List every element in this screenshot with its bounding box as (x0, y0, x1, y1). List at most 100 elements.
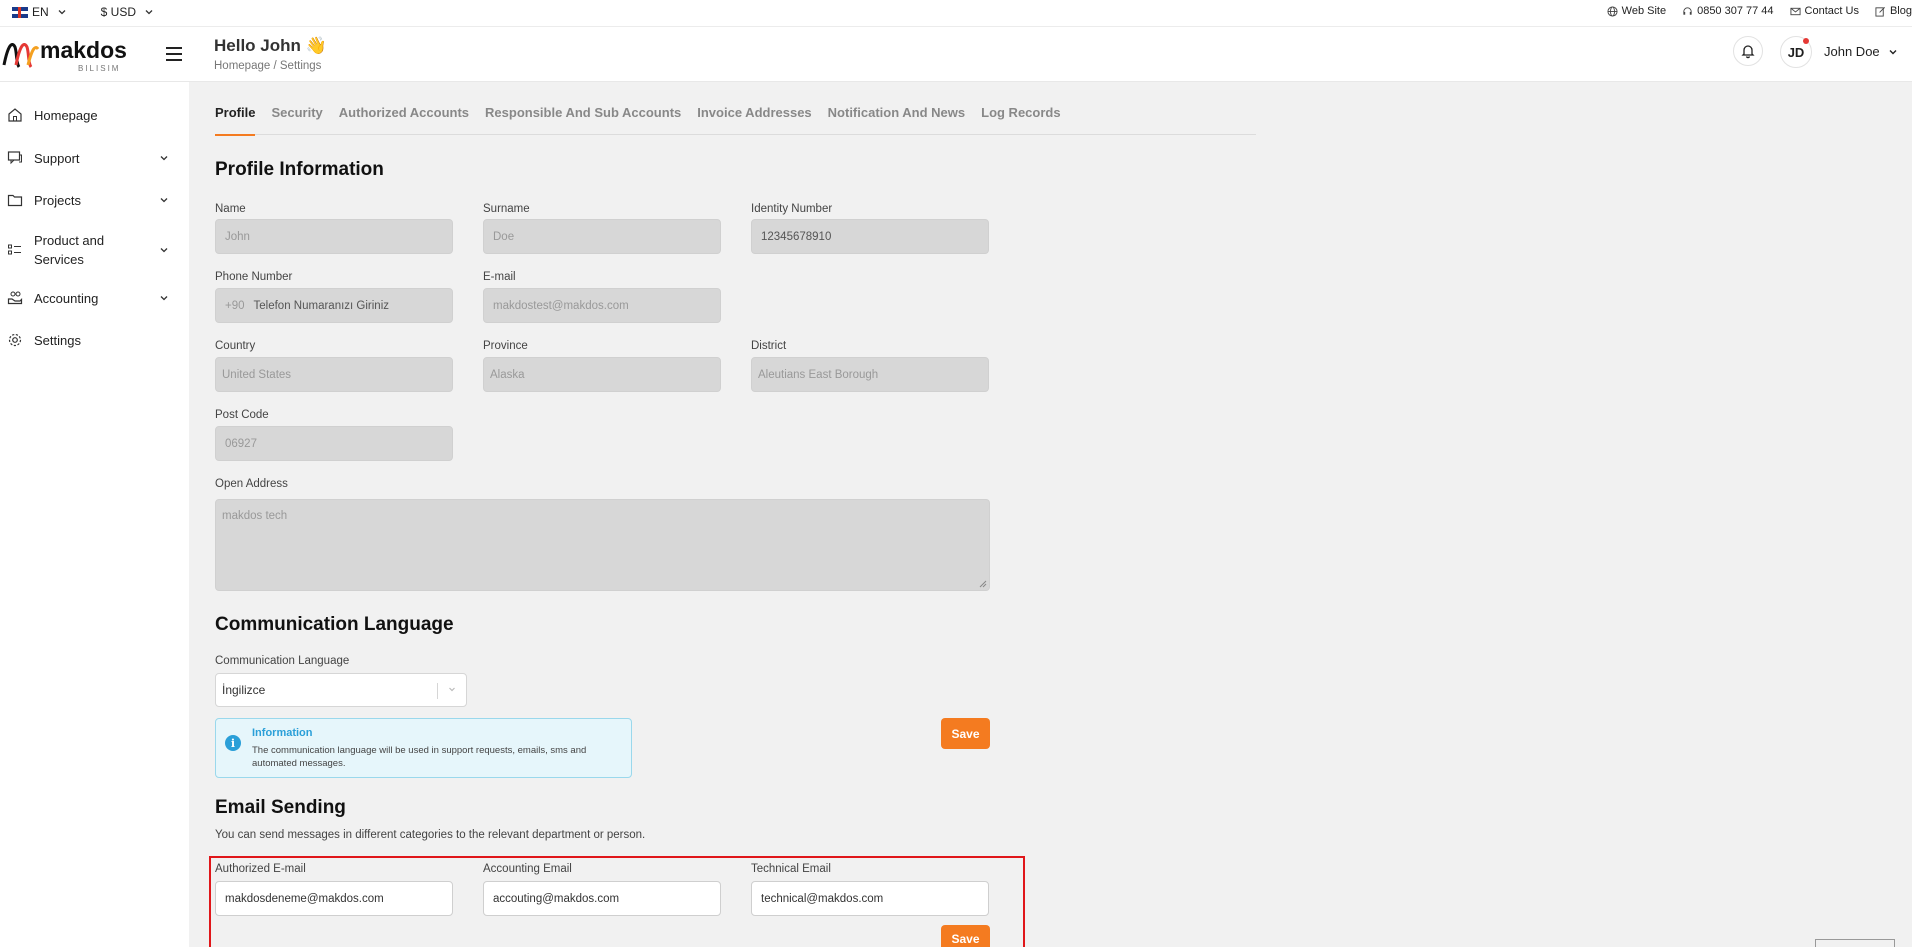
menu-toggle-icon[interactable] (166, 47, 182, 61)
open-address-textarea[interactable]: makdos tech (215, 499, 990, 591)
list-icon (8, 244, 21, 255)
makdos-logo-mark: makdos BILISIM (2, 37, 127, 73)
home-icon (8, 108, 22, 122)
top-bar-links: Web Site 0850 307 77 44 Contact Us Blog (1607, 5, 1912, 17)
edit-icon (1875, 6, 1885, 17)
select-divider (437, 683, 438, 699)
chevron-down-icon (449, 687, 455, 692)
tab-invoice-addresses[interactable]: Invoice Addresses (697, 105, 811, 135)
header: makdos BILISIM Hello John 👋 Homepage / S… (0, 27, 1912, 82)
email-sending-description: You can send messages in different categ… (215, 829, 646, 841)
communication-language-value: İngilizce (222, 683, 266, 697)
breadcrumb-current: Settings (279, 60, 322, 72)
top-bar-left: EN $ USD (12, 5, 154, 19)
email-value: makdostest@makdos.com (493, 299, 629, 312)
post-code-field[interactable]: 06927 (215, 426, 453, 461)
surname-value: Doe (493, 230, 515, 243)
phone-link[interactable]: 0850 307 77 44 (1682, 5, 1774, 17)
currency-selector[interactable]: $ USD (101, 5, 154, 19)
mail-icon (1790, 7, 1801, 15)
tab-security[interactable]: Security (271, 105, 322, 135)
email-field[interactable]: makdostest@makdos.com (483, 288, 721, 323)
svg-text:makdos: makdos (40, 37, 127, 63)
blog-link-label: Blog (1889, 5, 1912, 17)
chevron-down-icon (160, 198, 168, 203)
language-selector[interactable]: EN (12, 5, 67, 19)
phone-number-field[interactable]: +90 Telefon Numaranızı Giriniz (215, 288, 453, 323)
phone-placeholder: Telefon Numaranızı Giriniz (253, 299, 390, 312)
communication-language-title: Communication Language (215, 614, 454, 635)
surname-field[interactable]: Doe (483, 219, 721, 254)
website-link[interactable]: Web Site (1607, 5, 1666, 17)
settings-tabs: Profile Security Authorized Accounts Res… (215, 105, 1256, 136)
breadcrumb-home[interactable]: Homepage (214, 60, 270, 72)
identity-number-value: 12345678910 (761, 230, 832, 243)
contact-link[interactable]: Contact Us (1790, 5, 1859, 17)
sidebar: Homepage Support Projects Product and Se… (0, 82, 189, 947)
name-label: Name (215, 203, 246, 215)
hand-coins-icon (7, 291, 23, 305)
globe-icon (1607, 5, 1618, 17)
post-code-value: 06927 (225, 437, 257, 450)
name-field[interactable]: John (215, 219, 453, 254)
country-value: United States (222, 368, 292, 381)
email-sending-title: Email Sending (215, 797, 346, 818)
sidebar-item-settings[interactable]: Settings (0, 330, 189, 350)
sidebar-item-product-services[interactable]: Product and Services (0, 230, 189, 270)
tab-authorized-accounts[interactable]: Authorized Accounts (339, 105, 469, 135)
chevron-down-icon (58, 10, 66, 15)
chat-icon (7, 151, 22, 165)
sidebar-item-label: Accounting (34, 290, 99, 306)
avatar[interactable]: JD (1780, 36, 1812, 68)
communication-language-select[interactable]: İngilizce (215, 673, 467, 707)
tab-notification-news[interactable]: Notification And News (828, 105, 965, 135)
avatar-initials: JD (1787, 44, 1805, 60)
contact-link-label: Contact Us (1804, 5, 1859, 17)
chevron-down-icon (160, 296, 168, 301)
tab-profile[interactable]: Profile (215, 105, 256, 136)
communication-language-label: Communication Language (215, 655, 350, 667)
chevron-down-icon (160, 156, 168, 161)
identity-number-label: Identity Number (751, 203, 833, 215)
gear-icon (8, 333, 22, 347)
district-select[interactable]: Aleutians East Borough (751, 357, 989, 392)
makdos-logo[interactable]: makdos BILISIM (2, 35, 132, 75)
notification-dot (1803, 38, 1809, 44)
sidebar-item-label: Homepage (34, 107, 98, 123)
country-select[interactable]: United States (215, 357, 453, 392)
bell-icon (1741, 45, 1755, 59)
sidebar-item-support[interactable]: Support (0, 148, 189, 168)
ip-badge (1815, 939, 1895, 947)
email-label: E-mail (483, 271, 516, 283)
province-value: Alaska (490, 368, 525, 381)
information-alert: i Information The communication language… (215, 718, 632, 778)
resize-handle-icon[interactable] (979, 580, 987, 588)
sidebar-item-label: Projects (34, 192, 81, 208)
highlight-box (209, 856, 1025, 947)
information-text: The communication language will be used … (252, 745, 587, 769)
sidebar-item-label: Settings (34, 332, 81, 348)
tab-responsible-sub-accounts[interactable]: Responsible And Sub Accounts (485, 105, 681, 135)
country-label: Country (215, 340, 256, 352)
sidebar-item-projects[interactable]: Projects (0, 190, 189, 210)
currency-label: $ USD (100, 5, 137, 19)
breadcrumb-separator: / (273, 60, 277, 72)
save-language-button[interactable]: Save (941, 718, 990, 749)
province-label: Province (483, 340, 528, 352)
phone-prefix: +90 (225, 299, 245, 312)
district-value: Aleutians East Borough (758, 368, 879, 381)
user-menu[interactable]: John Doe (1824, 44, 1898, 59)
province-select[interactable]: Alaska (483, 357, 721, 392)
notifications-button[interactable] (1733, 36, 1763, 66)
open-address-label: Open Address (215, 478, 288, 490)
profile-information-title: Profile Information (215, 159, 384, 180)
information-title: Information (252, 727, 313, 739)
sidebar-item-homepage[interactable]: Homepage (0, 105, 189, 125)
main-content: Profile Security Authorized Accounts Res… (189, 82, 1912, 947)
greeting: Hello John 👋 (214, 36, 327, 55)
uk-flag-icon (12, 6, 28, 18)
identity-number-field[interactable]: 12345678910 (751, 219, 989, 254)
sidebar-item-accounting[interactable]: Accounting (0, 288, 189, 308)
blog-link[interactable]: Blog (1875, 5, 1912, 17)
tab-log-records[interactable]: Log Records (981, 105, 1060, 135)
